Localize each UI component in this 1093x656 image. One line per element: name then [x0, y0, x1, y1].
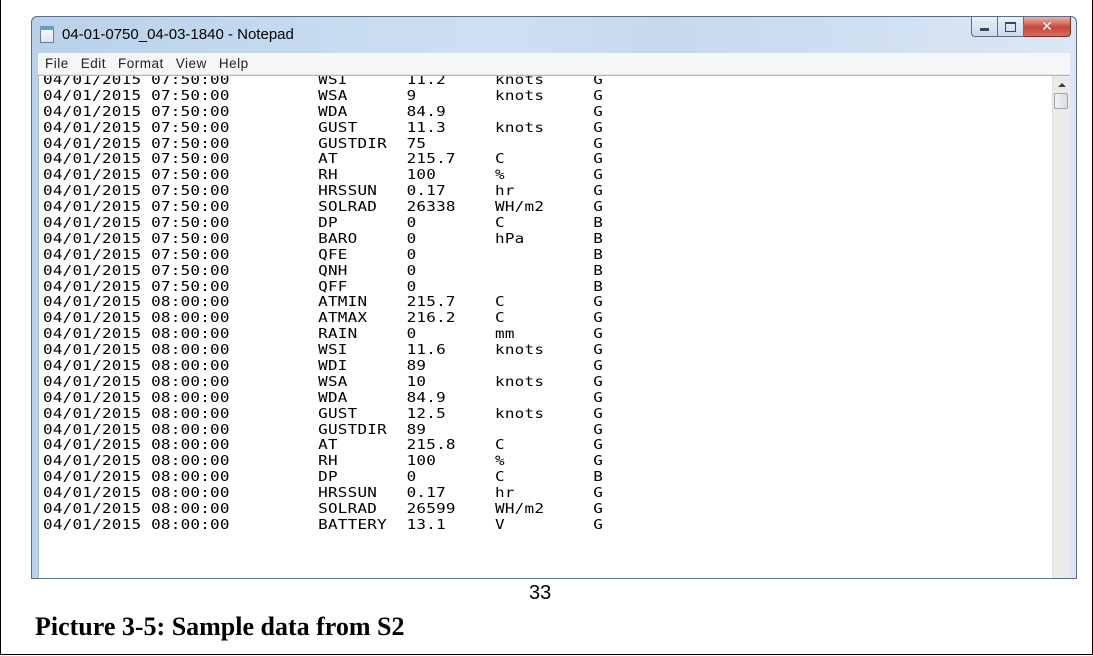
text-line: 04/01/2015 08:00:00 HRSSUN 0.17 hr G: [43, 485, 604, 502]
close-icon: ✕: [1041, 18, 1053, 35]
document-page: 04-01-0750_04-03-1840 - Notepad ✕ File E…: [0, 0, 1093, 655]
menu-bar: File Edit Format View Help: [38, 53, 1070, 75]
text-line: 04/01/2015 07:50:00 SOLRAD 26338 WH/m2 G: [43, 199, 604, 216]
text-editor[interactable]: 04/01/2015 07:50:00 WSI 11.2 knots G 04/0…: [38, 75, 1070, 578]
text-content: 04/01/2015 07:50:00 WSI 11.2 knots G 04/0…: [43, 75, 604, 534]
text-line: 04/01/2015 08:00:00 AT 215.8 C G: [43, 437, 604, 454]
text-line: 04/01/2015 08:00:00 GUST 12.5 knots G: [43, 405, 604, 422]
text-line: 04/01/2015 08:00:00 WSA 10 knots G: [43, 373, 604, 390]
text-line: 04/01/2015 07:50:00 BARO 0 hPa B: [43, 230, 604, 247]
window-title: 04-01-0750_04-03-1840 - Notepad: [62, 26, 294, 43]
text-line: 04/01/2015 08:00:00 ATMAX 216.2 C G: [43, 310, 604, 327]
text-line: 04/01/2015 08:00:00 WDI 89 G: [43, 358, 604, 375]
text-line: 04/01/2015 08:00:00 WSI 11.6 knots G: [43, 342, 604, 359]
caption-buttons: ✕: [971, 17, 1071, 38]
text-line: 04/01/2015 07:50:00 GUST 11.3 knots G: [43, 119, 604, 136]
maximize-button[interactable]: [998, 17, 1024, 37]
text-line: 04/01/2015 07:50:00 GUSTDIR 75 G: [43, 135, 604, 152]
menu-view[interactable]: View: [170, 56, 213, 71]
text-line: 04/01/2015 07:50:00 RH 100 % G: [43, 167, 604, 184]
maximize-icon: [1005, 21, 1016, 32]
text-line: 04/01/2015 08:00:00 RH 100 % G: [43, 453, 604, 470]
text-line: 04/01/2015 07:50:00 WSI 11.2 knots G: [43, 75, 604, 88]
menu-format[interactable]: Format: [112, 56, 170, 71]
close-button[interactable]: ✕: [1024, 17, 1071, 37]
text-line: 04/01/2015 07:50:00 WSA 9 knots G: [43, 87, 604, 104]
scroll-thumb[interactable]: [1054, 93, 1068, 109]
notepad-window: 04-01-0750_04-03-1840 - Notepad ✕ File E…: [31, 16, 1077, 579]
minimize-button[interactable]: [971, 17, 998, 37]
scroll-up-button[interactable]: [1053, 76, 1070, 93]
text-line: 04/01/2015 07:50:00 DP 0 C B: [43, 215, 604, 232]
text-line: 04/01/2015 08:00:00 BATTERY 13.1 V G: [43, 516, 604, 533]
scroll-up-arrow-icon: [1057, 82, 1066, 87]
text-line: 04/01/2015 07:50:00 QFF 0 B: [43, 278, 604, 295]
text-line: 04/01/2015 07:50:00 QFE 0 B: [43, 246, 604, 263]
notepad-icon: [40, 26, 54, 43]
menu-edit[interactable]: Edit: [75, 56, 112, 71]
text-line: 04/01/2015 08:00:00 DP 0 C B: [43, 469, 604, 486]
text-line: 04/01/2015 08:00:00 ATMIN 215.7 C G: [43, 294, 604, 311]
minimize-icon: [980, 28, 989, 31]
text-line: 04/01/2015 08:00:00 RAIN 0 mm G: [43, 326, 604, 343]
text-line: 04/01/2015 07:50:00 AT 215.7 C G: [43, 151, 604, 168]
text-line: 04/01/2015 08:00:00 WDA 84.9 G: [43, 389, 604, 406]
text-line: 04/01/2015 07:50:00 QNH 0 B: [43, 262, 604, 279]
menu-help[interactable]: Help: [213, 56, 255, 71]
figure-caption: Picture 3-5: Sample data from S2: [35, 612, 405, 641]
vertical-scrollbar[interactable]: [1052, 76, 1070, 578]
title-bar[interactable]: 04-01-0750_04-03-1840 - Notepad ✕: [32, 17, 1076, 53]
page-number: 33: [529, 582, 552, 604]
text-line: 04/01/2015 08:00:00 GUSTDIR 89 G: [43, 421, 604, 438]
text-line: 04/01/2015 07:50:00 WDA 84.9 G: [43, 103, 604, 120]
text-line: 04/01/2015 08:00:00 SOLRAD 26599 WH/m2 G: [43, 501, 604, 518]
text-line: 04/01/2015 07:50:00 HRSSUN 0.17 hr G: [43, 183, 604, 200]
menu-file[interactable]: File: [38, 56, 75, 71]
